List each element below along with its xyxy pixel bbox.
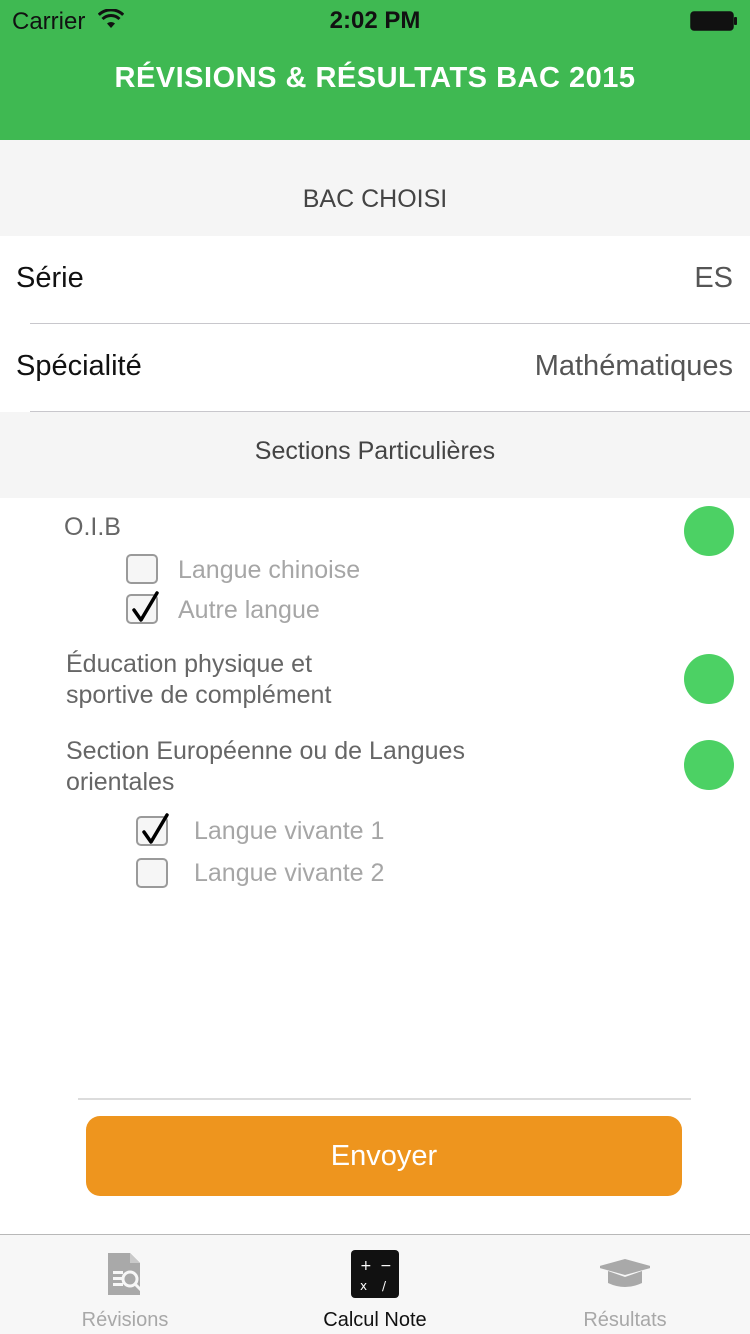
status-bar: Carrier 2:02 PM: [0, 0, 750, 40]
specialite-label: Spécialité: [16, 350, 142, 382]
battery-icon: [690, 11, 737, 31]
serie-value: ES: [694, 262, 733, 294]
clock: 2:02 PM: [329, 7, 421, 34]
footer-divider: [78, 1098, 691, 1100]
tab-resultats-label: Résultats: [583, 1309, 667, 1331]
eps-toggle[interactable]: [684, 654, 734, 704]
langue-chinoise-checkbox[interactable]: [126, 554, 158, 584]
eps-title: Éducation physique et sportive de complé…: [66, 649, 331, 711]
oib-toggle[interactable]: [684, 506, 734, 556]
svg-text:−: −: [380, 1258, 392, 1274]
specialite-row[interactable]: Spécialité Mathématiques: [0, 324, 750, 412]
langue-vivante-1-label: Langue vivante 1: [194, 817, 385, 845]
langue-vivante-2-label: Langue vivante 2: [194, 859, 385, 887]
checkmark-icon: [132, 591, 159, 622]
calculator-icon: + − x /: [351, 1250, 399, 1298]
tab-calcul-note-label: Calcul Note: [323, 1309, 427, 1331]
checkmark-icon: [142, 813, 169, 844]
tab-calcul-note[interactable]: + − x / Calcul Note: [250, 1235, 500, 1334]
europeenne-title-line2: orientales: [66, 768, 175, 796]
specialite-value: Mathématiques: [534, 350, 733, 382]
svg-text:+: +: [360, 1258, 372, 1274]
tab-revisions-label: Révisions: [81, 1309, 169, 1331]
oib-title: O.I.B: [64, 513, 121, 541]
serie-label: Série: [16, 262, 84, 294]
serie-row[interactable]: Série ES: [0, 236, 750, 324]
langue-vivante-2-checkbox[interactable]: [136, 858, 168, 888]
tab-revisions[interactable]: Révisions: [0, 1235, 250, 1334]
langue-vivante-1-checkbox[interactable]: [136, 813, 169, 846]
tab-bar: Révisions + − x / Calcul Note Résultats: [0, 1234, 750, 1334]
europeenne-title-line1: Section Européenne ou de Langues: [66, 737, 465, 765]
tab-resultats[interactable]: Résultats: [500, 1235, 750, 1334]
nav-bar: Carrier 2:02 PM RÉVISIONS & RÉSULTATS BA…: [0, 0, 750, 140]
page-title: RÉVISIONS & RÉSULTATS BAC 2015: [114, 62, 636, 94]
send-button[interactable]: Envoyer: [86, 1116, 682, 1196]
eps-title-line1: Éducation physique et: [66, 650, 313, 678]
europeenne-title: Section Européenne ou de Langues orienta…: [66, 736, 465, 798]
svg-text:x: x: [360, 1279, 367, 1293]
section-header-bac: BAC CHOISI: [0, 140, 750, 236]
europeenne-toggle[interactable]: [684, 740, 734, 790]
autre-langue-label: Autre langue: [178, 596, 320, 624]
langue-chinoise-label: Langue chinoise: [178, 556, 361, 584]
eps-title-line2: sportive de complément: [66, 681, 332, 709]
section-header-sections: Sections Particulières: [0, 412, 750, 498]
revisions-icon: [108, 1253, 143, 1295]
graduation-cap-icon: [600, 1259, 650, 1287]
autre-langue-checkbox[interactable]: [126, 591, 159, 624]
